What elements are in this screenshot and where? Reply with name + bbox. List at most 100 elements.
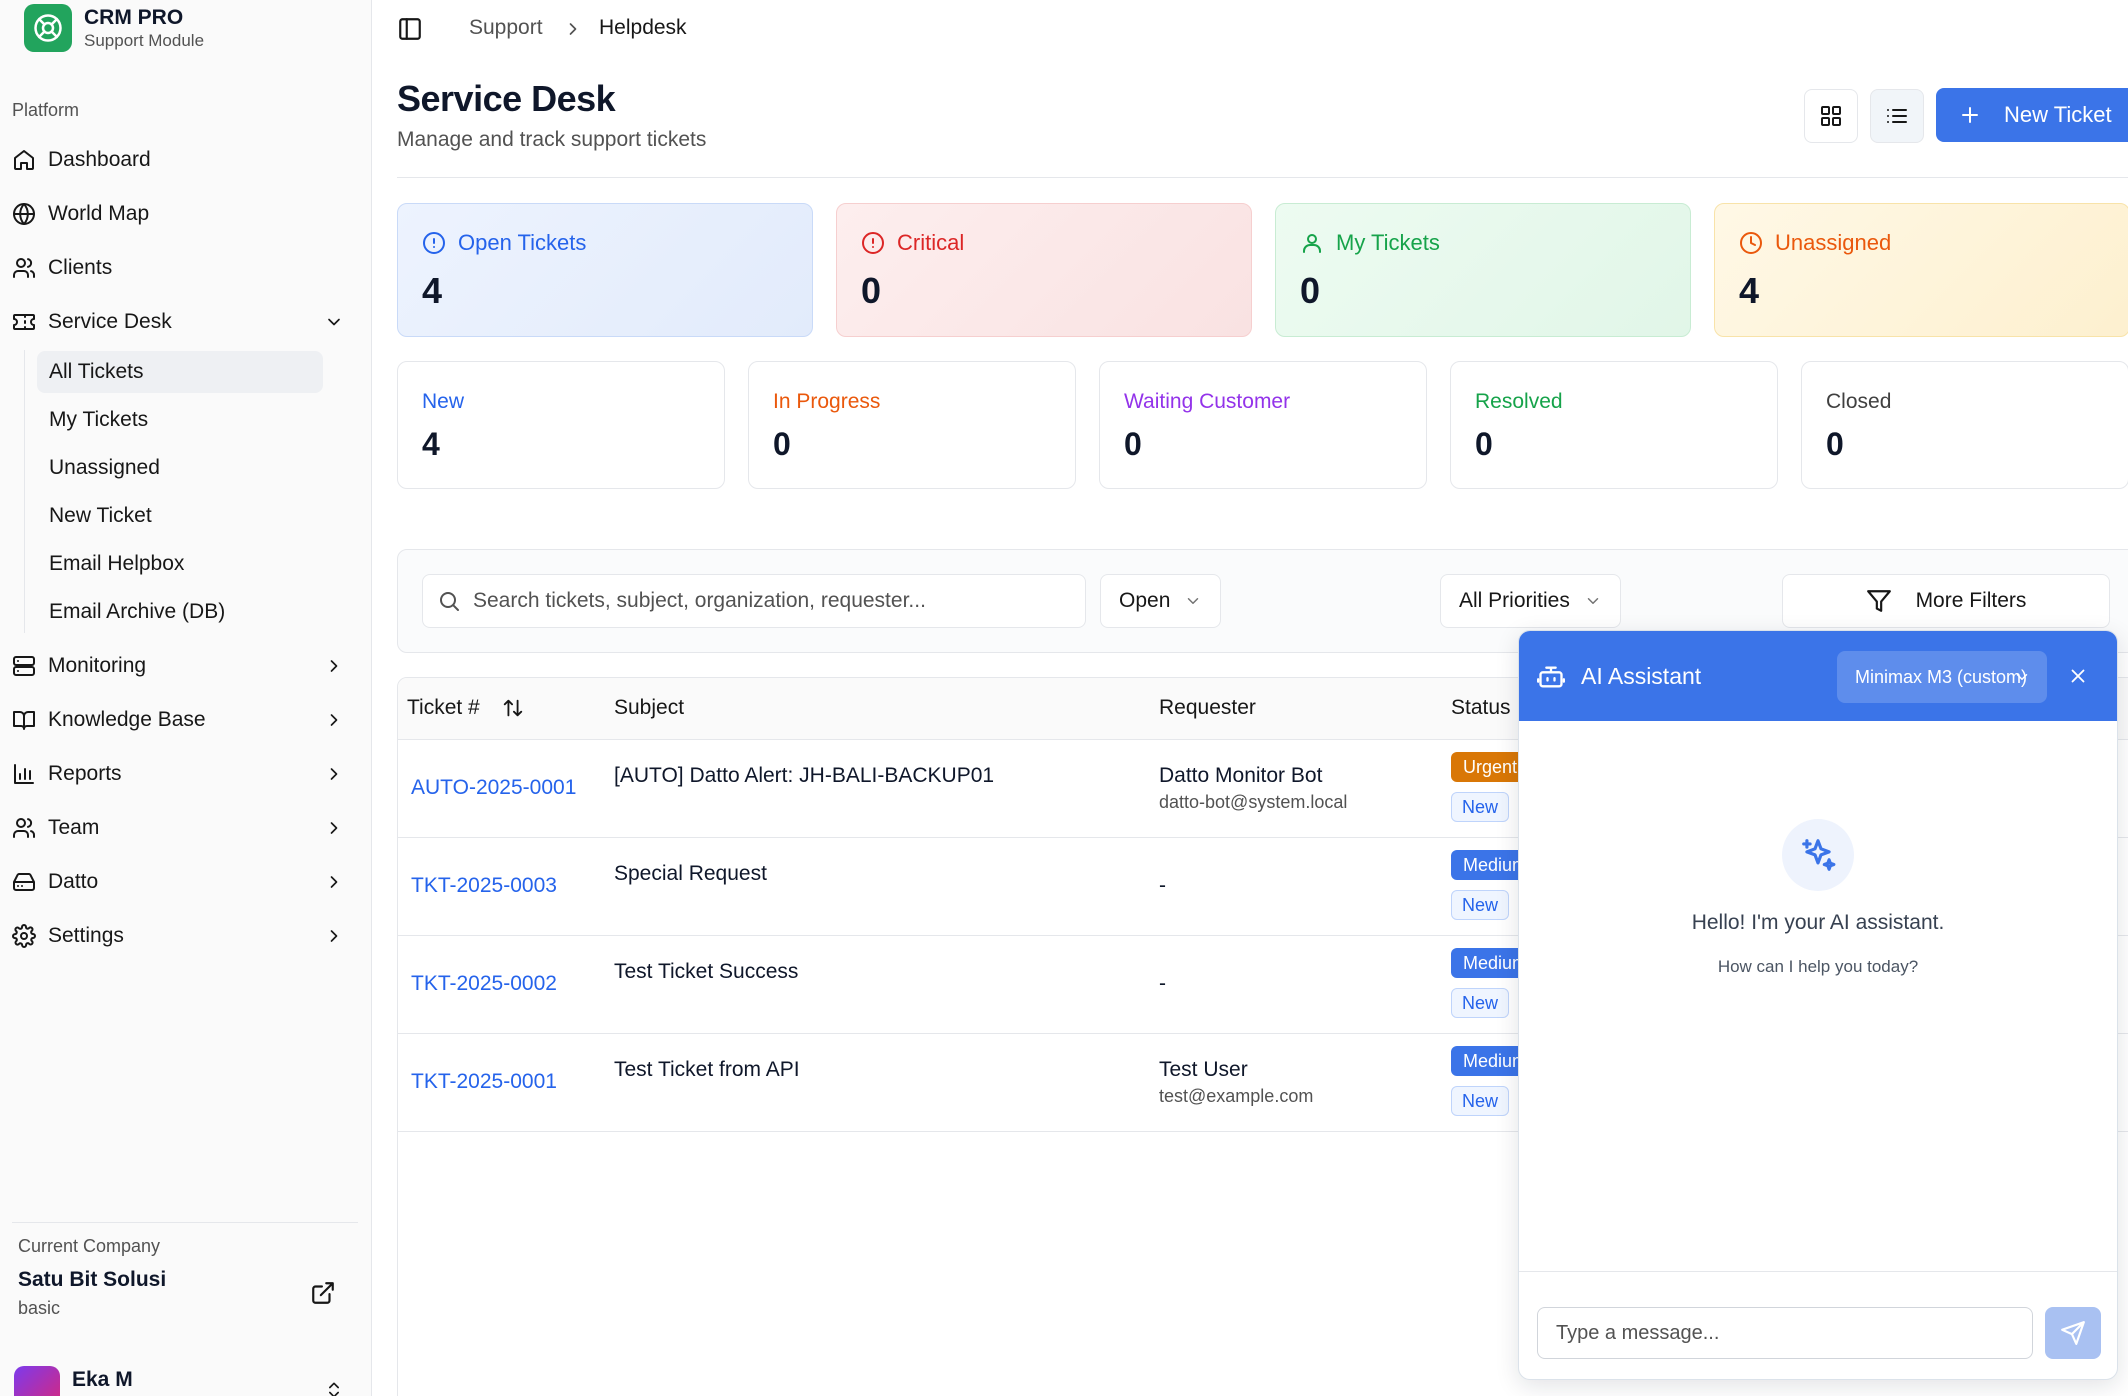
chevron-right-icon	[324, 656, 344, 676]
book-icon	[12, 708, 36, 732]
status-card-in-progress[interactable]: In Progress 0	[748, 361, 1076, 489]
search-input[interactable]	[473, 589, 1073, 613]
sidebar-item-world-map[interactable]: World Map	[12, 193, 352, 235]
search-icon	[437, 589, 461, 613]
close-icon[interactable]	[2067, 665, 2089, 687]
stat-label: Unassigned	[1775, 230, 1892, 255]
avatar[interactable]	[14, 1366, 60, 1396]
sidebar-toggle-icon[interactable]	[397, 16, 423, 42]
ticket-requester: Test User	[1159, 1058, 1248, 1081]
status-label: New	[422, 390, 465, 413]
send-icon	[2060, 1320, 2086, 1346]
ticket-subject: Test Ticket Success	[614, 960, 799, 983]
chevron-right-icon	[563, 19, 583, 39]
alert-circle-icon	[422, 231, 458, 255]
ticket-id-link[interactable]: AUTO-2025-0001	[411, 776, 576, 800]
stat-label: Critical	[897, 230, 965, 255]
grid-icon	[1819, 104, 1843, 128]
sort-icon[interactable]	[480, 697, 524, 719]
search-box[interactable]	[422, 574, 1086, 628]
sidebar-item-datto[interactable]: Datto	[12, 861, 352, 903]
ticket-requester-email: test@example.com	[1159, 1086, 1314, 1106]
company-name: Satu Bit Solusi	[18, 1268, 167, 1291]
new-ticket-label: New Ticket	[2004, 102, 2112, 127]
sidebar-item-knowledge-base[interactable]: Knowledge Base	[12, 699, 352, 741]
sidebar-item-service-desk[interactable]: Service Desk	[12, 301, 352, 343]
chevron-down-icon	[1170, 592, 1202, 610]
sidebar-divider	[12, 1222, 358, 1223]
model-select[interactable]: Minimax M3 (custom)	[1837, 651, 2047, 703]
more-filters-label: More Filters	[1915, 589, 2027, 612]
sidebar-item-monitoring[interactable]: Monitoring	[12, 645, 352, 687]
sidebar-item-team[interactable]: Team	[12, 807, 352, 849]
status-card-resolved[interactable]: Resolved 0	[1450, 361, 1778, 489]
sidebar-item-reports[interactable]: Reports	[12, 753, 352, 795]
priority-select[interactable]: All Priorities	[1440, 574, 1621, 628]
chevrons-up-down-icon[interactable]	[324, 1380, 344, 1396]
priority-select-value: All Priorities	[1459, 589, 1570, 612]
more-filters-button[interactable]: More Filters	[1782, 574, 2110, 628]
gear-icon	[12, 924, 36, 948]
users-icon	[12, 256, 36, 280]
ai-divider	[1519, 1271, 2117, 1272]
chevron-right-icon	[324, 710, 344, 730]
sidebar-item-label: Service Desk	[48, 310, 172, 333]
status-label: Waiting Customer	[1124, 390, 1291, 413]
clock-icon	[1739, 231, 1775, 255]
user-name[interactable]: Eka M	[72, 1368, 133, 1392]
status-value: 0	[1475, 426, 1493, 462]
sidebar-item-label: Team	[48, 816, 100, 839]
status-badge: New	[1451, 988, 1510, 1018]
sidebar-subitem-email-helpbox[interactable]: Email Helpbox	[37, 543, 323, 585]
status-label: In Progress	[773, 390, 881, 413]
send-button[interactable]	[2045, 1307, 2101, 1359]
stat-card-open-tickets[interactable]: Open Tickets 4	[397, 203, 813, 337]
column-requester: Requester	[1159, 696, 1256, 719]
submenu-guide	[24, 350, 25, 633]
sidebar-item-label: Datto	[48, 870, 99, 893]
sidebar-item-clients[interactable]: Clients	[12, 247, 352, 289]
stat-card-unassigned[interactable]: Unassigned 4	[1714, 203, 2128, 337]
chevron-right-icon	[324, 818, 344, 838]
home-icon	[12, 148, 36, 172]
ai-prompt-text: How can I help you today?	[1717, 957, 1919, 976]
brand-title: CRM PRO	[84, 6, 184, 29]
ticket-id-link[interactable]: TKT-2025-0001	[411, 1070, 557, 1094]
nav-section-label: Platform	[12, 100, 80, 120]
brand[interactable]: CRM PRO Support Module	[24, 4, 204, 52]
status-card-closed[interactable]: Closed 0	[1801, 361, 2128, 489]
status-card-waiting-customer[interactable]: Waiting Customer 0	[1099, 361, 1427, 489]
status-card-new[interactable]: New 4	[397, 361, 725, 489]
bot-icon	[1537, 663, 1565, 691]
ticket-id-link[interactable]: TKT-2025-0002	[411, 972, 557, 996]
ai-assistant-title: AI Assistant	[1581, 663, 1702, 689]
list-view-button[interactable]	[1870, 89, 1924, 143]
sidebar-subitem-unassigned[interactable]: Unassigned	[37, 447, 323, 489]
stat-card-my-tickets[interactable]: My Tickets 0	[1275, 203, 1691, 337]
sidebar-item-label: Reports	[48, 762, 122, 785]
sidebar-subitem-email-archive[interactable]: Email Archive (DB)	[37, 591, 323, 633]
grid-view-button[interactable]	[1804, 89, 1858, 143]
sidebar-subitem-new-ticket[interactable]: New Ticket	[37, 495, 323, 537]
message-input[interactable]	[1537, 1307, 2033, 1359]
ticket-subject: [AUTO] Datto Alert: JH-BALI-BACKUP01	[614, 764, 995, 787]
stat-value: 4	[422, 270, 443, 311]
chevron-down-icon	[324, 312, 344, 332]
model-select-value: Minimax M3 (custom)	[1855, 666, 2028, 687]
external-link-icon[interactable]	[310, 1280, 336, 1306]
column-ticket[interactable]: Ticket #	[407, 696, 524, 720]
new-ticket-button[interactable]: New Ticket	[1936, 88, 2128, 142]
status-select[interactable]: Open	[1100, 574, 1222, 628]
header-divider	[397, 177, 2128, 178]
alert-circle-icon	[861, 231, 897, 255]
breadcrumb-parent[interactable]: Support	[469, 16, 543, 40]
stat-card-critical[interactable]: Critical 0	[836, 203, 1252, 337]
ticket-requester: -	[1159, 874, 1166, 897]
ticket-id-link[interactable]: TKT-2025-0003	[411, 874, 557, 898]
list-icon	[1885, 104, 1909, 128]
sidebar-item-dashboard[interactable]: Dashboard	[12, 139, 352, 181]
sidebar-subitem-all-tickets[interactable]: All Tickets	[37, 351, 323, 393]
sidebar-subitem-my-tickets[interactable]: My Tickets	[37, 399, 323, 441]
server-icon	[12, 654, 36, 678]
sidebar-item-settings[interactable]: Settings	[12, 915, 352, 957]
